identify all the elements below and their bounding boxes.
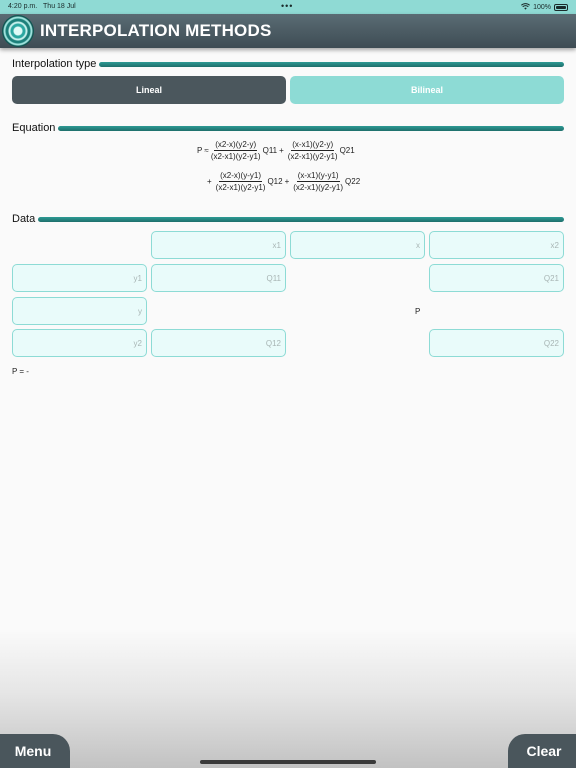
fraction-term-q11: (x2-x)(y2-y) (x2-x1)(y2-y1) — [210, 140, 261, 161]
section-divider — [99, 61, 564, 67]
status-bar: 4:20 p.m. Thu 18 Jul ••• 100% — [0, 0, 576, 14]
equation-section: Equation — [12, 121, 564, 135]
section-divider — [58, 125, 564, 131]
clear-button[interactable]: Clear — [508, 734, 576, 768]
app-logo-icon — [2, 15, 34, 47]
y2-input[interactable]: y2 — [12, 329, 147, 357]
equation-line-1: P ≈ (x2-x)(y2-y) (x2-x1)(y2-y1) Q11 + (x… — [197, 140, 355, 161]
fraction-term-q21: (x-x1)(y2-y) (x2-x1)(y2-y1) — [287, 140, 338, 161]
q12-input[interactable]: Q12 — [151, 329, 286, 357]
fraction-term-q12: (x2-x)(y-y1) (x2-x1)(y2-y1) — [215, 171, 266, 192]
bilinear-equation: P ≈ (x2-x)(y2-y) (x2-x1)(y2-y1) Q11 + (x… — [0, 140, 576, 200]
battery-percent: 100% — [533, 4, 551, 11]
data-label: Data — [12, 213, 36, 225]
status-time: 4:20 p.m. Thu 18 Jul — [8, 3, 76, 10]
home-indicator[interactable] — [200, 760, 376, 764]
page-title: INTERPOLATION METHODS — [40, 21, 272, 40]
fraction-term-q22: (x-x1)(y-y1) (x2-x1)(y2-y1) — [293, 171, 344, 192]
result-text: P = - — [12, 367, 29, 376]
equation-line-2: + (x2-x)(y-y1) (x2-x1)(y2-y1) Q12 + (x-x… — [207, 171, 361, 192]
multitask-dots[interactable]: ••• — [281, 1, 293, 11]
equation-label: Equation — [12, 122, 56, 134]
lineal-button[interactable]: Lineal — [12, 76, 286, 104]
interpolation-type-label: Interpolation type — [12, 58, 97, 70]
x2-input[interactable]: x2 — [429, 231, 564, 259]
menu-button[interactable]: Menu — [0, 734, 70, 768]
section-divider — [38, 216, 564, 222]
wifi-icon — [521, 3, 531, 12]
app-header: INTERPOLATION METHODS — [0, 14, 576, 48]
battery-icon — [554, 4, 568, 11]
bottom-gradient — [0, 630, 576, 768]
x-input[interactable]: x — [290, 231, 425, 259]
p-label: P — [415, 307, 421, 316]
status-right: 100% — [521, 3, 568, 12]
data-section: Data — [12, 212, 564, 226]
q22-input[interactable]: Q22 — [429, 329, 564, 357]
q11-input[interactable]: Q11 — [151, 264, 286, 292]
q21-input[interactable]: Q21 — [429, 264, 564, 292]
interpolation-type-section: Interpolation type — [12, 57, 564, 71]
bilineal-button[interactable]: Bilineal — [290, 76, 564, 104]
p-approx: P ≈ — [197, 146, 209, 155]
y1-input[interactable]: y1 — [12, 264, 147, 292]
x1-input[interactable]: x1 — [151, 231, 286, 259]
y-input[interactable]: y — [12, 297, 147, 325]
